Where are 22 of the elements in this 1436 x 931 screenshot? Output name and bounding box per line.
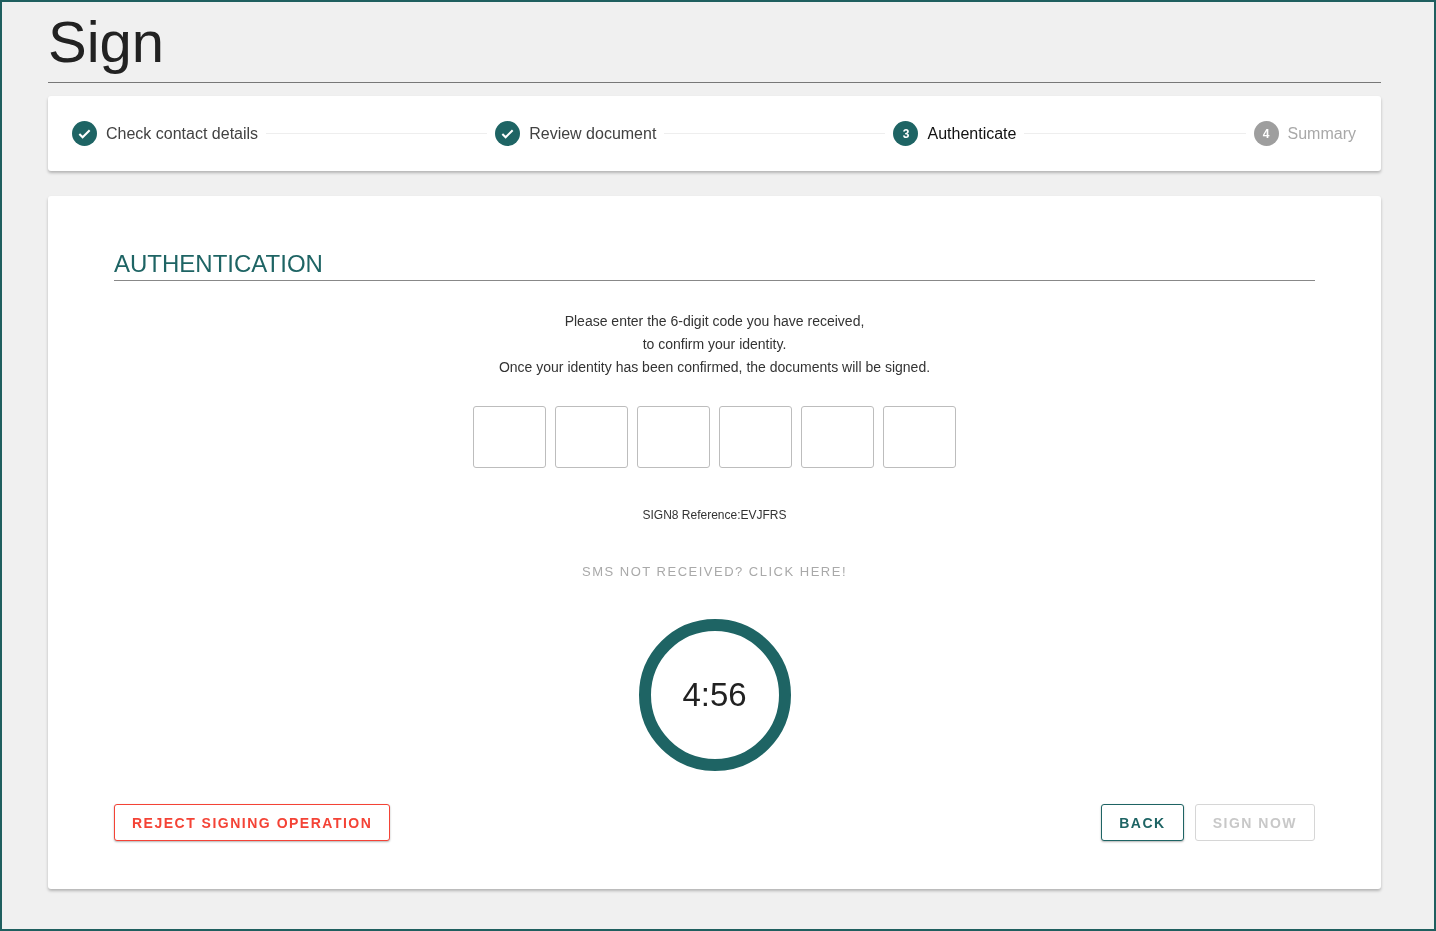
code-digit-field[interactable] bbox=[883, 406, 956, 468]
countdown-time: 4:56 bbox=[682, 676, 747, 714]
stepper-step[interactable]: Check contact details bbox=[72, 121, 259, 146]
step-number: 3 bbox=[893, 121, 919, 146]
instruction-text: Once your identity has been confirmed, the documents will be signed. bbox=[498, 358, 931, 377]
step-number: 4 bbox=[1253, 121, 1279, 146]
stepper-step[interactable]: 3 Authenticate bbox=[893, 121, 1017, 146]
check-icon bbox=[72, 121, 97, 146]
page-title: Sign bbox=[48, 8, 165, 76]
reject-button[interactable]: REJECT SIGNING OPERATION bbox=[114, 804, 391, 841]
code-digit-field[interactable] bbox=[473, 406, 546, 468]
instruction-text: Please enter the 6-digit code you have received, bbox=[564, 312, 865, 331]
section-title: AUTHENTICATION bbox=[114, 250, 323, 277]
code-digit-field[interactable] bbox=[719, 406, 792, 468]
reference-text: SIGN8 Reference:EVJFRS bbox=[642, 508, 787, 522]
code-digit-field[interactable] bbox=[555, 406, 628, 468]
code-digit-field[interactable] bbox=[801, 406, 874, 468]
instruction-text: to confirm your identity. bbox=[642, 335, 787, 354]
stepper-step[interactable]: Review document bbox=[495, 121, 657, 146]
action-button[interactable]: BACK bbox=[1101, 804, 1184, 841]
check-icon bbox=[495, 121, 521, 146]
code-digit-field[interactable] bbox=[637, 406, 710, 468]
